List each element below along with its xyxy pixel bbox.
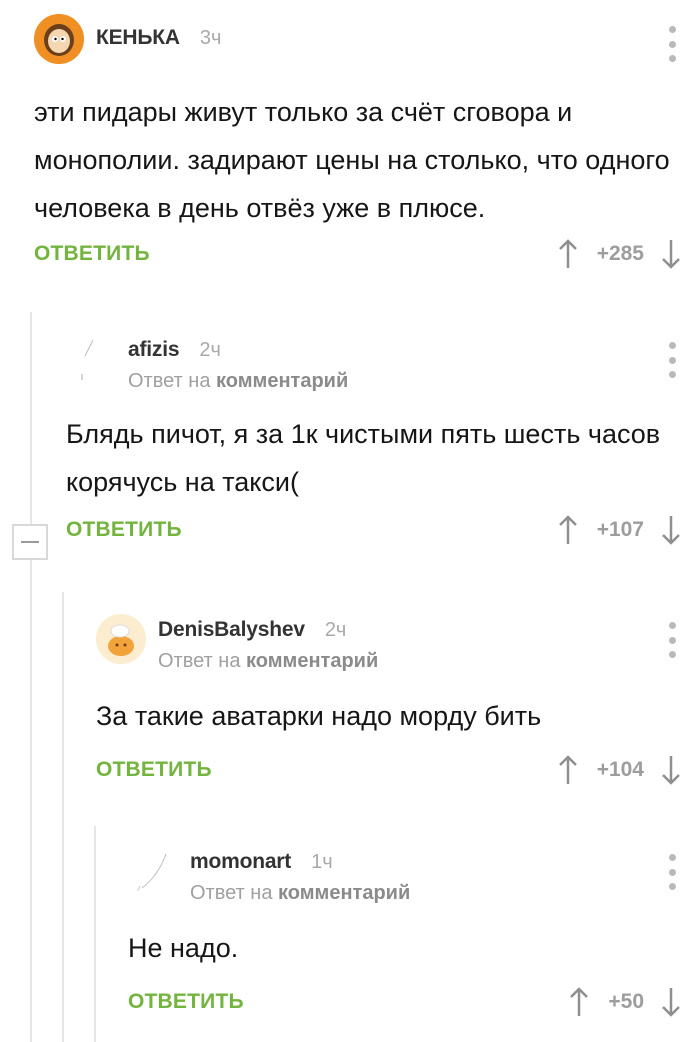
vote-controls: +107 [557, 508, 682, 552]
comment-1: КЕНЬКА 3ч эти пидары живут только за счё… [34, 14, 682, 276]
avatar[interactable] [96, 614, 146, 664]
arrow-up-icon[interactable] [568, 985, 590, 1019]
comment-footer: ОТВЕТИТЬ +107 [66, 508, 682, 552]
more-vertical-icon[interactable] [660, 26, 684, 62]
reply-to-line: Ответ на комментарий [128, 370, 349, 392]
arrow-up-icon[interactable] [557, 237, 579, 271]
kenny-avatar-icon [34, 14, 84, 64]
vote-controls: +285 [557, 232, 682, 276]
thread-line-level-1 [30, 312, 32, 1042]
thread-line-level-2 [62, 592, 64, 1042]
vote-controls: +50 [568, 980, 682, 1024]
arrow-down-icon[interactable] [660, 985, 682, 1019]
reply-to-line: Ответ на комментарий [190, 882, 411, 904]
reply-button[interactable]: ОТВЕТИТЬ [96, 758, 212, 782]
avatar[interactable] [34, 14, 84, 64]
arrow-up-icon[interactable] [557, 753, 579, 787]
vote-controls: +104 [557, 748, 682, 792]
reply-button[interactable]: ОТВЕТИТЬ [34, 242, 150, 266]
username[interactable]: afizis [128, 338, 180, 362]
comment-text: Блядь пичот, я за 1к чистыми пять шесть … [66, 419, 661, 497]
arrow-down-icon[interactable] [660, 237, 682, 271]
timestamp: 2ч [199, 339, 221, 361]
username[interactable]: DenisBalyshev [158, 618, 305, 642]
comment-text: эти пидары живут только за счёт сговора … [34, 97, 670, 223]
arrow-down-icon[interactable] [660, 513, 682, 547]
reply-button[interactable]: ОТВЕТИТЬ [66, 518, 182, 542]
reply-to-link[interactable]: комментарий [246, 650, 378, 672]
thread-line-level-3 [94, 826, 96, 1042]
sketch-avatar-icon [81, 339, 94, 380]
score: +50 [608, 990, 644, 1013]
minus-icon [21, 541, 39, 543]
reply-to-link[interactable]: комментарий [216, 370, 348, 392]
comment-header: КЕНЬКА 3ч [34, 14, 682, 70]
comment-header: afizis 2ч Ответ на комментарий [66, 334, 684, 392]
collapse-thread-button[interactable] [12, 524, 48, 560]
arrow-down-icon[interactable] [660, 753, 682, 787]
comment-header: DenisBalyshev 2ч Ответ на комментарий [96, 614, 684, 672]
reply-to-line: Ответ на комментарий [158, 650, 379, 672]
timestamp: 2ч [324, 619, 347, 641]
comment-4: momonart 1ч Ответ на комментарий Не надо… [128, 846, 682, 1024]
more-vertical-icon[interactable] [660, 622, 684, 658]
comment-text: Не надо. [128, 933, 239, 963]
sketch-avatar-icon [135, 853, 167, 893]
username[interactable]: momonart [190, 850, 291, 874]
avatar[interactable] [66, 334, 116, 384]
username[interactable]: КЕНЬКА [96, 26, 180, 50]
comment-footer: ОТВЕТИТЬ +104 [96, 748, 682, 792]
comment-header: momonart 1ч Ответ на комментарий [128, 846, 684, 904]
comment-2: afizis 2ч Ответ на комментарий Блядь пич… [66, 334, 682, 552]
cartoon-avatar-icon [96, 614, 146, 664]
comment-footer: ОТВЕТИТЬ +285 [34, 232, 682, 276]
more-vertical-icon[interactable] [660, 342, 684, 378]
score: +107 [596, 518, 644, 541]
timestamp: 1ч [311, 851, 333, 873]
more-vertical-icon[interactable] [660, 854, 684, 890]
score: +285 [596, 242, 644, 265]
timestamp: 3ч [199, 27, 222, 49]
reply-button[interactable]: ОТВЕТИТЬ [128, 990, 244, 1014]
comment-footer: ОТВЕТИТЬ +50 [128, 980, 682, 1024]
comment-text: За такие аватарки надо морду бить [96, 701, 542, 731]
reply-to-link[interactable]: комментарий [278, 882, 410, 904]
score: +104 [596, 758, 644, 781]
comment-3: DenisBalyshev 2ч Ответ на комментарий За… [96, 614, 682, 792]
avatar[interactable] [128, 846, 178, 896]
arrow-up-icon[interactable] [557, 513, 579, 547]
